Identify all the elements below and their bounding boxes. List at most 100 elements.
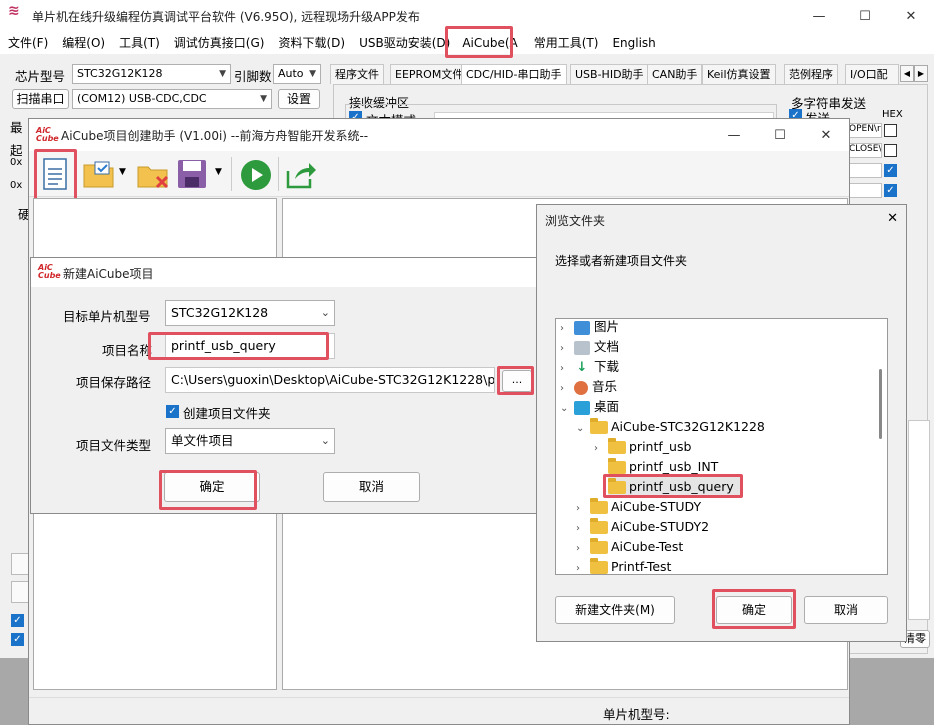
hex-checkbox-3[interactable]: ✓: [884, 164, 897, 177]
tab-eeprom-file[interactable]: EEPROM文件: [390, 64, 469, 84]
chevron-down-icon[interactable]: ⌄: [576, 419, 590, 439]
menu-program[interactable]: 编程(O): [54, 32, 111, 54]
menu-download[interactable]: 资料下载(D): [270, 32, 351, 54]
close-icon[interactable]: ✕: [887, 211, 898, 226]
menu-common-tools[interactable]: 常用工具(T): [522, 32, 605, 54]
maximize-icon[interactable]: ☐: [842, 0, 888, 32]
browse-ok-highlight: [712, 589, 796, 629]
tree-item-desktop[interactable]: ⌄ 桌面: [560, 397, 619, 417]
tab-program-file[interactable]: 程序文件: [330, 64, 384, 84]
menu-usb-driver[interactable]: USB驱动安装(D): [351, 32, 456, 54]
chevron-right-icon[interactable]: ›: [576, 499, 590, 519]
run-icon[interactable]: [240, 159, 272, 191]
aicube-logo-icon: AiC Cube: [38, 263, 61, 280]
chevron-right-icon[interactable]: ›: [560, 379, 574, 399]
tab-examples[interactable]: 范例程序: [784, 64, 838, 84]
chevron-down-icon[interactable]: ▼: [215, 167, 222, 177]
chevron-right-icon[interactable]: ›: [560, 339, 574, 359]
newproj-titlebar: AiC Cube 新建AiCube项目: [31, 258, 551, 287]
tab-can[interactable]: CAN助手: [647, 64, 703, 84]
tree-item-downloads[interactable]: › ↓ 下载: [560, 357, 619, 377]
selected-folder-highlight: [603, 474, 743, 498]
tab-scroll-left-icon[interactable]: ◀: [900, 65, 914, 82]
send-string-4[interactable]: [848, 183, 882, 198]
chevron-right-icon[interactable]: ›: [576, 519, 590, 539]
chevron-right-icon[interactable]: ›: [560, 359, 574, 379]
chevron-down-icon[interactable]: ⌄: [560, 399, 574, 419]
chevron-right-icon[interactable]: ›: [560, 319, 574, 339]
chevron-down-icon[interactable]: ▼: [119, 167, 126, 177]
menu-debug[interactable]: 调试仿真接口(G): [166, 32, 271, 54]
tree-item-aicube-stc[interactable]: ⌄ AiCube-STC32G12K1228: [576, 417, 765, 437]
music-icon: [574, 380, 588, 395]
open-project-icon[interactable]: [83, 159, 115, 189]
settings-button[interactable]: 设置: [278, 89, 320, 109]
create-folder-label: 创建项目文件夹: [183, 406, 271, 421]
send-string-2[interactable]: CLOSE\: [848, 143, 882, 158]
folder-icon: [590, 558, 608, 574]
hex-checkbox-1[interactable]: [884, 124, 897, 137]
tab-usb-hid[interactable]: USB-HID助手: [570, 64, 649, 84]
chevron-right-icon[interactable]: ›: [594, 439, 608, 459]
hex-checkbox-2[interactable]: [884, 144, 897, 157]
tree-item-aicube-study2[interactable]: › AiCube-STUDY2: [576, 517, 709, 537]
tree-item-aicube-study[interactable]: › AiCube-STUDY: [576, 497, 701, 517]
browse-titlebar: 浏览文件夹 ✕: [537, 205, 906, 235]
tree-item-printf-usb[interactable]: › printf_usb: [594, 437, 691, 457]
tree-item-pictures[interactable]: › 图片: [560, 319, 619, 339]
save-path-input[interactable]: C:\Users\guoxin\Desktop\AiCube-STC32G12K…: [165, 367, 495, 393]
tree-item-printf-test[interactable]: › Printf-Test: [576, 557, 671, 574]
menu-tools[interactable]: 工具(T): [111, 32, 166, 54]
send-string-3[interactable]: [848, 163, 882, 178]
tab-keil[interactable]: Keil仿真设置: [702, 64, 776, 84]
left-checkbox[interactable]: ✓: [11, 633, 24, 646]
port-select[interactable]: (COM12) USB-CDC,CDC ▼: [72, 89, 272, 109]
aicube-logo-icon: AiC Cube: [36, 126, 59, 143]
maximize-icon[interactable]: ☐: [757, 119, 803, 151]
new-folder-button[interactable]: 新建文件夹(M): [555, 596, 675, 624]
newproj-cancel-button[interactable]: 取消: [323, 472, 420, 502]
close-icon[interactable]: ✕: [888, 0, 934, 32]
toolbar-divider: [278, 157, 279, 191]
folder-tree[interactable]: › 图片 › 文档 › ↓ 下载 › 音乐 ⌄ 桌面 ⌄ AiCube-STC32G12K12…: [555, 318, 888, 575]
tree-item-documents[interactable]: › 文档: [560, 337, 619, 357]
chevron-right-icon[interactable]: ›: [576, 539, 590, 559]
create-folder-checkbox[interactable]: ✓: [166, 405, 179, 418]
right-panel-area: [908, 420, 930, 620]
chip-model-status-label: 单片机型号:: [603, 707, 670, 722]
desktop-icon: [574, 400, 590, 415]
folder-icon: [590, 498, 608, 514]
chevron-down-icon: ▼: [309, 69, 316, 79]
left-checkbox[interactable]: ✓: [11, 614, 24, 627]
file-type-select[interactable]: 单文件项目 ⌄: [165, 428, 335, 454]
new-project-dialog: AiC Cube 新建AiCube项目 目标单片机型号 STC32G12K128 ⌄…: [30, 257, 552, 514]
target-chip-select[interactable]: STC32G12K128 ⌄: [165, 300, 335, 326]
minimize-icon[interactable]: —: [711, 119, 757, 151]
menu-english[interactable]: English: [604, 32, 661, 54]
helper-titlebar: AiC Cube AiCube项目创建助手 (V1.00i) --前海方舟智能开发…: [29, 119, 849, 151]
tab-cdc-hid[interactable]: CDC/HID-串口助手: [461, 64, 567, 84]
tree-item-aicube-test[interactable]: › AiCube-Test: [576, 537, 683, 557]
menu-file[interactable]: 文件(F): [0, 32, 54, 54]
save-path-label: 项目保存路径: [76, 375, 152, 390]
minimize-icon[interactable]: —: [796, 0, 842, 32]
helper-title: AiCube项目创建助手 (V1.00i) --前海方舟智能开发系统--: [61, 129, 369, 143]
chevron-right-icon[interactable]: ›: [576, 559, 590, 574]
scan-port-button[interactable]: 扫描串口: [12, 89, 69, 109]
left-button-stub[interactable]: [11, 553, 29, 575]
tab-io-config[interactable]: I/O口配: [845, 64, 899, 84]
pin-select[interactable]: Auto ▼: [273, 64, 321, 84]
left-button-stub[interactable]: [11, 581, 29, 603]
tab-scroll-right-icon[interactable]: ▶: [914, 65, 928, 82]
close-icon[interactable]: ✕: [803, 119, 849, 151]
hex-checkbox-4[interactable]: ✓: [884, 184, 897, 197]
new-project-icon-highlight: [34, 149, 77, 202]
tree-item-music[interactable]: › 音乐: [560, 377, 617, 397]
delete-project-icon[interactable]: [137, 159, 171, 191]
chip-select[interactable]: STC32G12K128 ▼: [72, 64, 231, 84]
tree-scrollbar[interactable]: [879, 369, 882, 439]
save-project-icon[interactable]: [177, 159, 207, 189]
send-string-1[interactable]: OPEN\r: [848, 123, 882, 138]
browse-cancel-button[interactable]: 取消: [804, 596, 888, 624]
export-icon[interactable]: [285, 159, 317, 189]
